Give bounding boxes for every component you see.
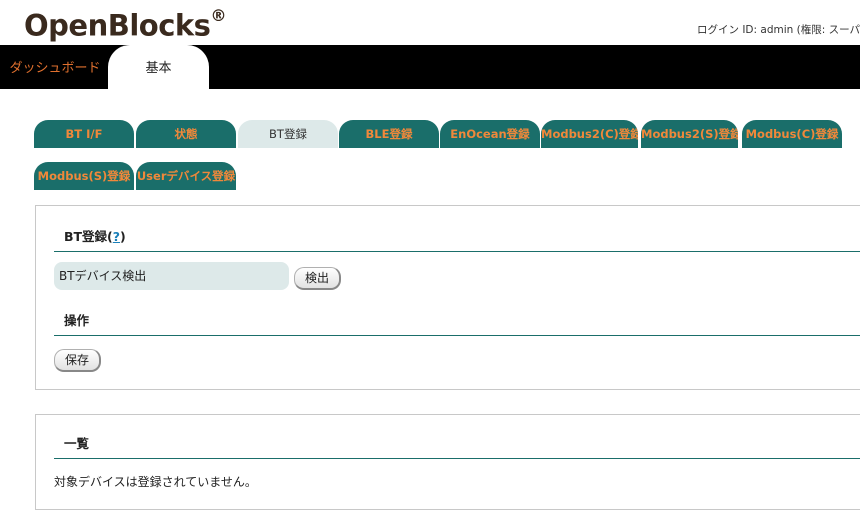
tab-modbusc-register[interactable]: Modbus(C)登録: [742, 120, 842, 148]
tab-user-device-register[interactable]: Userデバイス登録: [136, 162, 236, 190]
bt-register-panel: BT登録(?) BTデバイス検出 検出 操作 保存: [35, 205, 860, 390]
bt-register-title: BT登録(?): [54, 226, 860, 252]
tab-bt-if[interactable]: BT I/F: [34, 120, 134, 148]
tab-modbus2s-register[interactable]: Modbus2(S)登録: [641, 120, 738, 148]
empty-list-message: 対象デバイスは登録されていません。: [54, 475, 257, 489]
nav-dashboard[interactable]: ダッシュボード: [0, 45, 110, 89]
operations-title: 操作: [54, 310, 860, 336]
list-title: 一覧: [54, 433, 860, 459]
detect-button[interactable]: 検出: [294, 267, 342, 290]
tab-modbus2c-register[interactable]: Modbus2(C)登録: [541, 120, 638, 148]
logo-text: OpenBlocks: [24, 8, 211, 43]
registered-mark: ®: [210, 6, 226, 25]
help-link[interactable]: ?: [113, 229, 120, 244]
bt-detect-input[interactable]: BTデバイス検出: [54, 262, 289, 290]
login-info: ログイン ID: admin (権限: スーパ: [697, 24, 860, 36]
tab-enocean-register[interactable]: EnOcean登録: [440, 120, 540, 148]
list-panel: 一覧 対象デバイスは登録されていません。: [35, 414, 860, 510]
save-button[interactable]: 保存: [54, 349, 102, 372]
tab-ble-register[interactable]: BLE登録: [339, 120, 439, 148]
tab-modbuss-register[interactable]: Modbus(S)登録: [34, 162, 134, 190]
page-header: OpenBlocks® ログイン ID: admin (権限: スーパ: [0, 0, 860, 45]
tab-bt-register[interactable]: BT登録: [238, 120, 338, 148]
openblocks-logo: OpenBlocks®: [24, 0, 226, 46]
tab-status[interactable]: 状態: [136, 120, 236, 148]
top-navigation: ダッシュボード 基本: [0, 45, 860, 89]
nav-basic[interactable]: 基本: [108, 45, 209, 89]
